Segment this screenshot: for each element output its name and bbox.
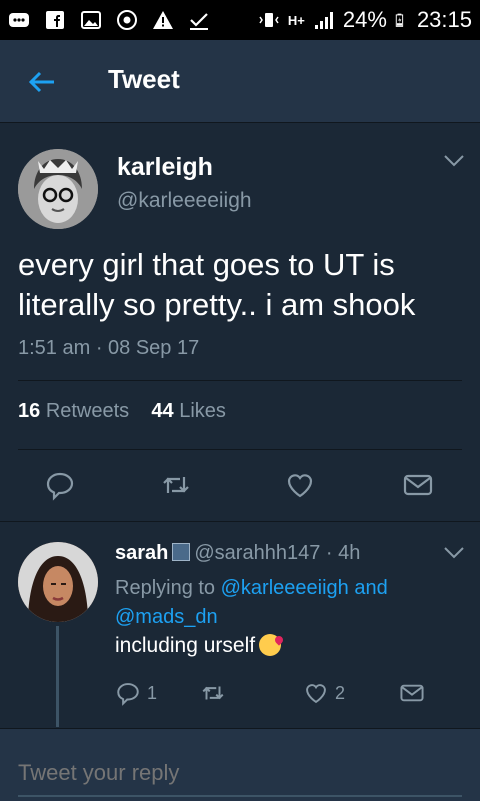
clock: 23:15: [416, 7, 472, 32]
system-icons: H+ 24% 23:15: [258, 6, 472, 34]
avatar[interactable]: [18, 542, 98, 622]
gallery-icon: [81, 11, 101, 29]
like-heart-icon[interactable]: [284, 469, 316, 501]
mention-link[interactable]: @mads_dn: [115, 606, 218, 628]
avatar[interactable]: [18, 149, 98, 229]
reply-body: including urself: [115, 634, 256, 657]
reply-time: · 4h: [325, 542, 361, 564]
mention-link[interactable]: @karleeeeiigh and: [221, 577, 388, 599]
reply-action-message[interactable]: [399, 680, 425, 706]
tweet-timestamp: 1:51 am · 08 Sep 17: [18, 337, 200, 359]
reply-count: 1: [147, 682, 158, 703]
author-name[interactable]: karleigh: [117, 153, 213, 182]
reply-icon[interactable]: [115, 680, 141, 706]
reply-tweet[interactable]: sarah @sarahhh147 · 4h Replying to @karle…: [0, 522, 480, 727]
vibrate-icon: [259, 13, 279, 27]
mention-handle: @karleeeeiigh: [220, 577, 349, 599]
replying-to: Replying to @karleeeeiigh and @mads_dn: [115, 574, 455, 632]
tweet-actions: [0, 465, 480, 505]
like-count: 2: [335, 682, 346, 703]
network-type: H+: [287, 12, 305, 28]
avatar-photo: [18, 542, 98, 622]
divider: [18, 380, 462, 381]
flag-emoji-icon: [172, 543, 191, 561]
divider: [18, 449, 462, 450]
reply-action-like[interactable]: 2: [303, 680, 345, 706]
battery-percent: 24%: [342, 7, 387, 32]
like-heart-icon[interactable]: [303, 680, 329, 706]
reply-author-name[interactable]: sarah: [115, 542, 168, 564]
author-handle[interactable]: @karleeeeiigh: [117, 189, 252, 213]
direct-message-icon[interactable]: [402, 469, 434, 501]
reply-header: sarah @sarahhh147 · 4h: [115, 542, 360, 565]
reply-text: including urself: [115, 634, 282, 658]
reply-icon[interactable]: [44, 469, 76, 501]
back-arrow-icon[interactable]: [26, 66, 58, 98]
replying-to-label: Replying to: [115, 577, 216, 599]
retweet-icon[interactable]: [200, 680, 226, 706]
reply-action-reply[interactable]: 1: [115, 680, 157, 706]
likes-label: Likes: [179, 400, 226, 422]
retweets-stat[interactable]: 16 Retweets: [18, 400, 129, 422]
likes-stat[interactable]: 44 Likes: [151, 400, 226, 422]
download-complete-icon: [190, 13, 208, 30]
likes-count: 44: [151, 400, 174, 422]
compose-bar: [0, 728, 480, 801]
facebook-icon: [46, 11, 64, 29]
main-tweet: karleigh @karleeeeiigh every girl that g…: [0, 123, 480, 522]
messages-icon: [9, 13, 29, 27]
retweets-count: 16: [18, 400, 41, 422]
chevron-down-icon[interactable]: [443, 154, 465, 168]
kiss-emoji-icon: [259, 634, 282, 656]
reply-author-handle[interactable]: @sarahhh147: [194, 542, 320, 564]
battery-charging-icon: [395, 13, 404, 27]
direct-message-icon[interactable]: [399, 680, 425, 706]
signal-icon: [314, 12, 333, 29]
retweet-icon[interactable]: [160, 469, 192, 501]
reply-action-retweet[interactable]: [200, 680, 226, 706]
app-bar: Tweet: [0, 40, 480, 123]
status-bar: H+ 24% 23:15: [0, 0, 480, 40]
tweet-stats: 16 Retweets 44 Likes: [18, 400, 226, 423]
avatar-photo: [18, 149, 98, 229]
warning-icon: [153, 11, 173, 29]
chevron-down-icon[interactable]: [443, 546, 465, 560]
notification-icons: [8, 8, 210, 32]
thread-line: [56, 626, 59, 727]
retweets-label: Retweets: [45, 400, 130, 422]
chrome-icon: [117, 10, 137, 30]
page-title: Tweet: [108, 64, 180, 94]
tweet-text: every girl that goes to UT is literally …: [18, 247, 416, 322]
reply-input[interactable]: [18, 751, 462, 797]
mention-and: and: [354, 577, 388, 599]
